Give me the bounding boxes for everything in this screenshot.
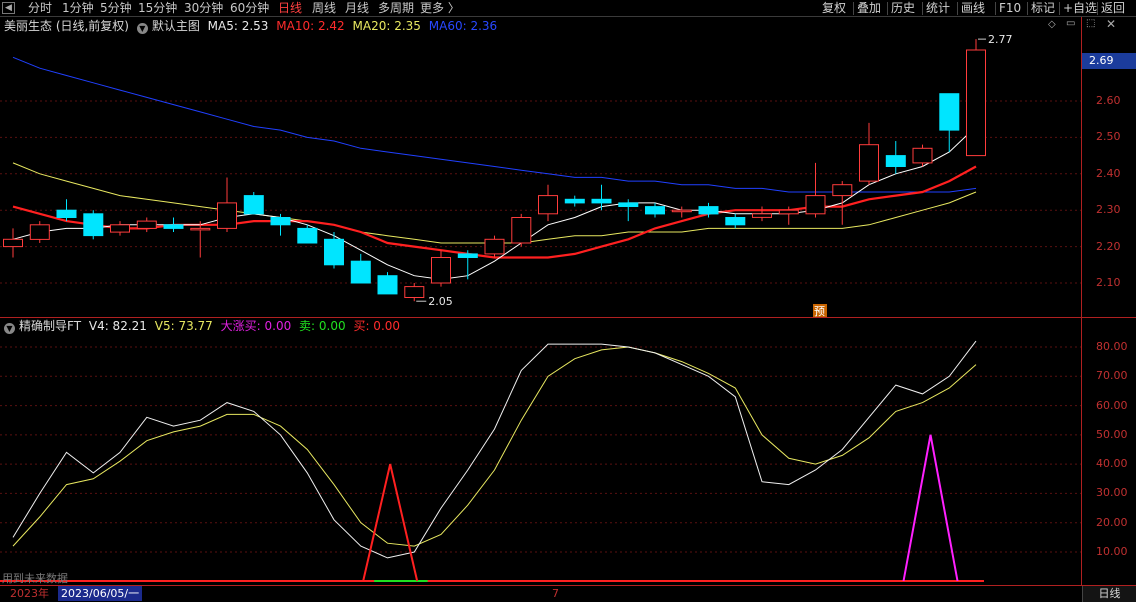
candle-body [431, 257, 451, 284]
indicator-tick: 80.00 [1096, 340, 1128, 353]
cursor-date: 2023/06/05/一 [58, 586, 143, 601]
v5-line [12, 346, 977, 547]
month-mark: 7 [552, 587, 559, 600]
period-button[interactable]: 日线 [1082, 586, 1136, 602]
candle-body [805, 195, 826, 215]
candle-body [859, 144, 879, 182]
candle-body [752, 213, 772, 218]
dazhangmai-spike [902, 434, 959, 582]
candle-body [270, 217, 291, 226]
candle-body [190, 227, 211, 231]
indicator-tick: 30.00 [1096, 486, 1128, 500]
indicator-tick: 20.00 [1096, 515, 1128, 529]
date-axis: 2023年 2023/06/05/一 7 日线 [0, 586, 1136, 602]
candle-body [645, 206, 665, 215]
candle-body [511, 217, 532, 244]
candle-body [618, 202, 639, 207]
candle-body [29, 224, 50, 240]
indicator-tick: 50.00 [1096, 427, 1128, 441]
candle-body [457, 253, 478, 258]
ma20-line [12, 162, 977, 244]
candle-body [83, 213, 104, 237]
price-tick: 2.20 [1096, 239, 1121, 253]
candle-body [297, 227, 318, 244]
candle-body [3, 238, 23, 248]
candle-body [591, 198, 612, 204]
candle-body [324, 238, 344, 266]
indicator-tick: 70.00 [1096, 369, 1128, 383]
candle-body [136, 220, 157, 229]
candle-body [110, 224, 130, 233]
candle-body [56, 209, 77, 218]
candle-body [698, 206, 719, 215]
low-price-label: 2.05 [428, 295, 453, 308]
candle-body [778, 209, 799, 215]
candle-body [243, 195, 264, 215]
candle-body [350, 260, 371, 284]
candle-body [832, 184, 853, 197]
v4-line [12, 340, 977, 559]
chart-canvas[interactable]: 2.77 2.05 预 [0, 0, 1136, 602]
candle-body [377, 275, 398, 295]
high-price-label: 2.77 [988, 33, 1013, 46]
candle-body [404, 286, 425, 299]
price-tick: 2.50 [1096, 130, 1121, 144]
candle-body [725, 217, 746, 226]
candle-body [966, 49, 986, 157]
future-data-watermark: 用到未来数据 [2, 572, 68, 585]
price-tick: 2.40 [1096, 166, 1121, 180]
pre-mark: 预 [814, 305, 825, 318]
price-tick: 2.60 [1096, 94, 1121, 107]
indicator-tick: 40.00 [1096, 457, 1128, 471]
indicator-tick: 60.00 [1096, 398, 1128, 412]
candle-body [912, 147, 933, 164]
candle-body [163, 224, 184, 229]
year-label: 2023年 [10, 587, 49, 600]
price-tick: 2.30 [1096, 203, 1121, 217]
candle-body [885, 155, 906, 168]
price-tick: 2.10 [1096, 276, 1121, 289]
ma60-line [12, 56, 977, 193]
indicator-tick: 10.00 [1096, 545, 1128, 558]
candle-body [671, 209, 692, 213]
candle-body [484, 238, 505, 255]
current-price-tag: 2.69 [1082, 53, 1136, 69]
candle-body [564, 198, 585, 204]
candle-body [538, 195, 558, 215]
candle-body [217, 202, 237, 229]
candle-body [939, 93, 960, 131]
